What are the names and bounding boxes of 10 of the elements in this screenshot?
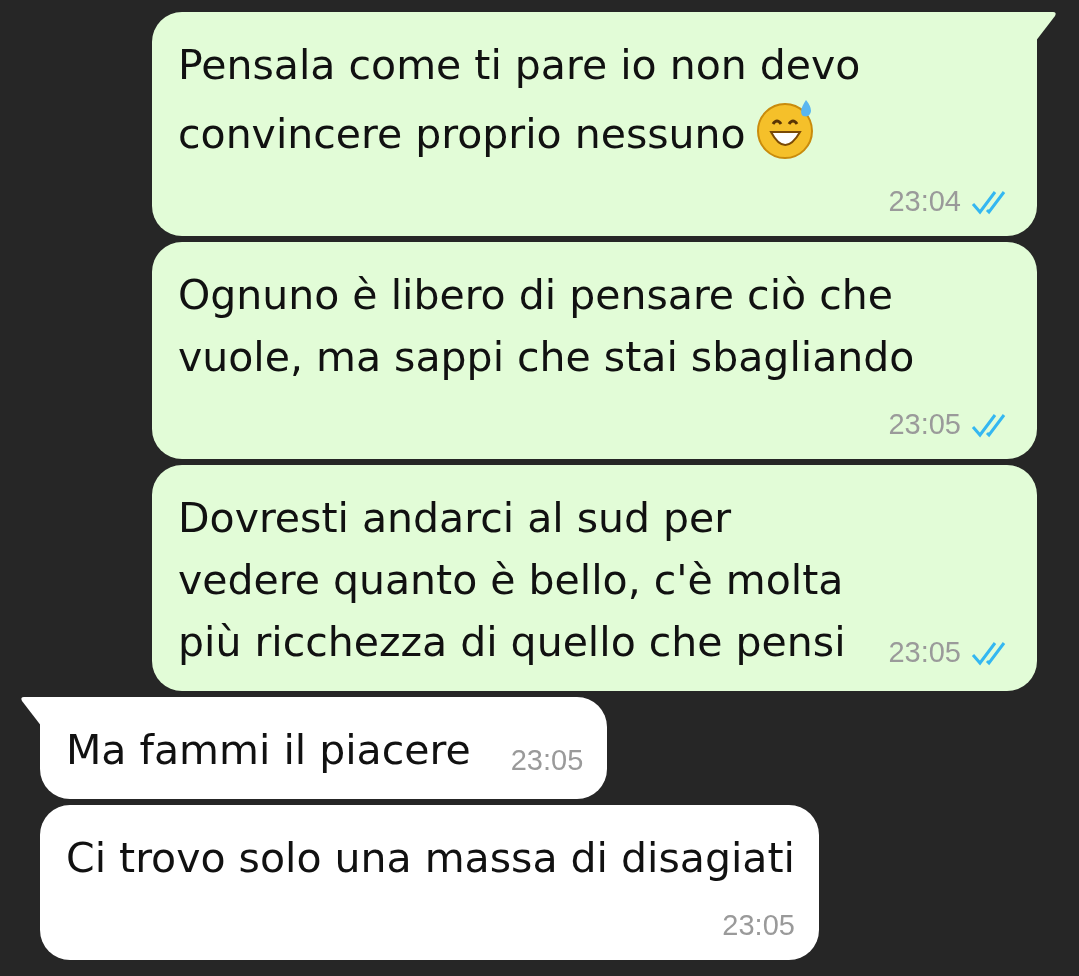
message-time: 23:04 xyxy=(888,185,961,218)
message-text: Ci trovo solo una massa di disagiati xyxy=(66,833,795,884)
message-time: 23:05 xyxy=(510,744,584,777)
message-text: Ma fammi il piacere xyxy=(66,725,471,776)
message-time: 23:05 xyxy=(888,636,961,669)
message-text: Pensala come ti pare io non devo convincere proprio nessuno xyxy=(178,34,1013,165)
message-text: Dovresti andarci al sud per vedere quanto è bello, c'è molta più ricchezza di quello che pensi xyxy=(178,493,847,668)
message-time: 23:05 xyxy=(888,408,961,441)
message-text: Ognuno è libero di pensare ciò che vuole, ma sappi che stai sbagliando xyxy=(178,270,916,383)
message-time: 23:05 xyxy=(722,909,795,942)
